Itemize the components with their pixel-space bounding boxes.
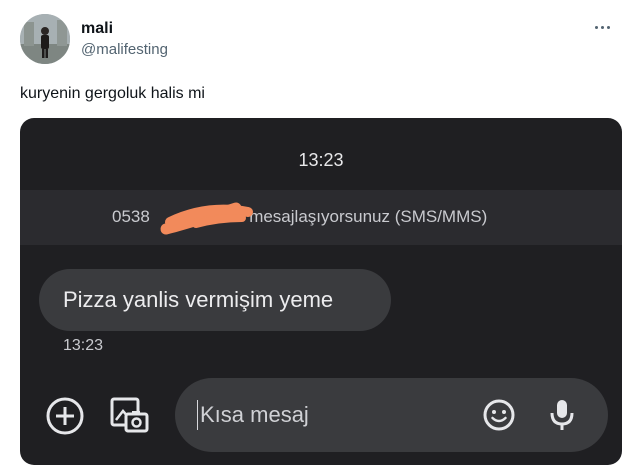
attached-screenshot[interactable]: 13:23 0538 27 ile mesajlaşıyorsunuz (SMS/… (20, 118, 622, 465)
microphone-icon[interactable] (547, 397, 577, 433)
redaction-scribble (160, 202, 253, 235)
compose-bar (175, 378, 608, 452)
conversation-banner: 0538 27 ile mesajlaşıyorsunuz (SMS/MMS) (20, 190, 622, 245)
add-circle-icon[interactable] (44, 395, 86, 437)
user-handle[interactable]: @malifesting (81, 40, 168, 60)
message-time: 13:23 (63, 337, 104, 354)
message-input[interactable] (197, 400, 467, 430)
message-bubble[interactable]: Pizza yanlis vermişim yeme (39, 269, 391, 331)
gallery-camera-icon[interactable] (107, 394, 151, 438)
more-options-icon[interactable] (591, 16, 613, 38)
tweet-text: kuryenin gergoluk halis mi (20, 85, 205, 102)
phone-prefix: 0538 (112, 207, 150, 226)
conversation-time: 13:23 (298, 150, 344, 170)
display-name[interactable]: mali (81, 19, 168, 39)
message-text: Pizza yanlis vermişim yeme (63, 287, 334, 312)
tweet-header: mali @malifesting (20, 14, 615, 68)
avatar[interactable] (20, 14, 70, 64)
avatar-image (20, 14, 70, 64)
author-names: mali @malifesting (81, 19, 168, 60)
emoji-icon[interactable] (481, 397, 517, 433)
